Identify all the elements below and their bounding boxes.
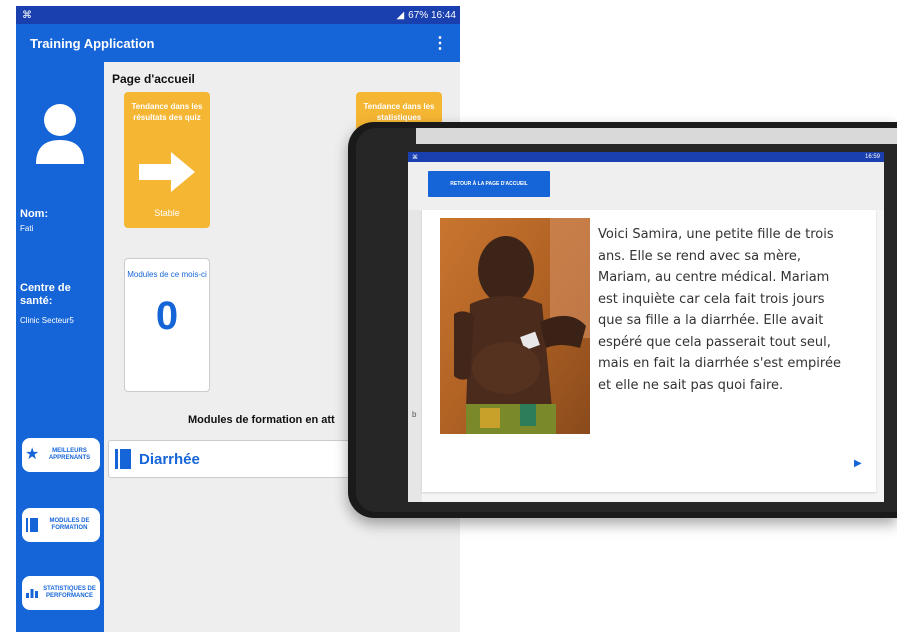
module-name: Diarrhée <box>139 450 200 468</box>
chart-icon <box>25 585 41 601</box>
best-learners-label: MEILLEURS APPRENANTS <box>48 448 91 461</box>
best-learners-button[interactable]: ★ MEILLEURS APPRENANTS <box>22 438 100 472</box>
edge-glyph: b <box>412 410 417 419</box>
app-bar: Training Application ⋮ <box>16 24 460 62</box>
child-photo <box>440 218 590 434</box>
health-center-value: Clinic Secteur5 <box>20 316 74 325</box>
tablet-notification-icon: ⌘ <box>412 154 418 161</box>
quiz-trend-status: Stable <box>154 208 180 218</box>
training-modules-button[interactable]: MODULES DE FORMATION <box>22 508 100 542</box>
health-center-label: Centre de santé: <box>20 282 71 307</box>
composite-screenshot: ⌘ ◢ 67% 16:44 Training Application ⋮ Nom… <box>0 0 897 632</box>
name-value: Fati <box>20 224 34 233</box>
signal-icon: ◢ <box>396 9 405 21</box>
book-icon <box>115 449 131 469</box>
star-icon: ★ <box>25 446 40 463</box>
overflow-menu-icon[interactable]: ⋮ <box>432 33 448 53</box>
status-time: 67% 16:44 <box>408 9 456 21</box>
pending-modules-title: Modules de formation en att <box>188 414 335 426</box>
training-modules-label: MODULES DE FORMATION <box>49 518 90 531</box>
tablet-status-bar: ⌘ 16:59 <box>408 152 884 162</box>
underlying-page-edge: b <box>408 210 422 502</box>
monthly-modules-title: Modules de ce mois-ci <box>127 270 207 279</box>
performance-stats-button[interactable]: STATISTIQUES DE PERFORMANCE <box>22 576 100 610</box>
story-card: Voici Samira, une petite fille de trois … <box>422 210 876 492</box>
book-icon <box>25 517 41 533</box>
app-notification-icon: ⌘ <box>22 9 32 21</box>
tablet-screen: ⌘ 16:59 RETOUR À LA PAGE D'ACCUEIL b Voi… <box>408 152 884 502</box>
quiz-trend-title: Tendance dans les résultats des quiz <box>131 102 203 122</box>
profile-sidebar: Nom: Fati Centre de santé: Clinic Secteu… <box>16 62 104 632</box>
app-title: Training Application <box>30 35 155 51</box>
story-text: Voici Samira, une petite fille de trois … <box>598 227 841 393</box>
next-page-icon[interactable]: ▶ <box>854 458 862 469</box>
performance-stats-label: STATISTIQUES DE PERFORMANCE <box>43 586 96 599</box>
tablet-toolbar: RETOUR À LA PAGE D'ACCUEIL <box>408 162 884 210</box>
quiz-trend-tile[interactable]: Tendance dans les résultats des quiz Sta… <box>124 92 210 228</box>
back-to-home-button[interactable]: RETOUR À LA PAGE D'ACCUEIL <box>428 171 550 197</box>
monthly-modules-count: 0 <box>155 294 179 338</box>
tablet-bezel: ⌘ 16:59 RETOUR À LA PAGE D'ACCUEIL b Voi… <box>356 128 897 512</box>
name-label: Nom: <box>20 208 49 220</box>
tablet-status-time: 16:59 <box>864 154 880 160</box>
monthly-modules-tile[interactable]: Modules de ce mois-ci 0 <box>124 258 210 392</box>
page-title: Page d'accueil <box>112 72 195 86</box>
arrow-right-icon <box>139 152 195 192</box>
status-bar: ⌘ ◢ 67% 16:44 <box>16 6 460 24</box>
background-screen-strip <box>416 128 897 144</box>
tablet-device: ⌘ 16:59 RETOUR À LA PAGE D'ACCUEIL b Voi… <box>348 122 897 518</box>
stats-trend-title: Tendance dans les statistiques <box>363 102 435 122</box>
user-avatar-icon <box>36 104 84 164</box>
